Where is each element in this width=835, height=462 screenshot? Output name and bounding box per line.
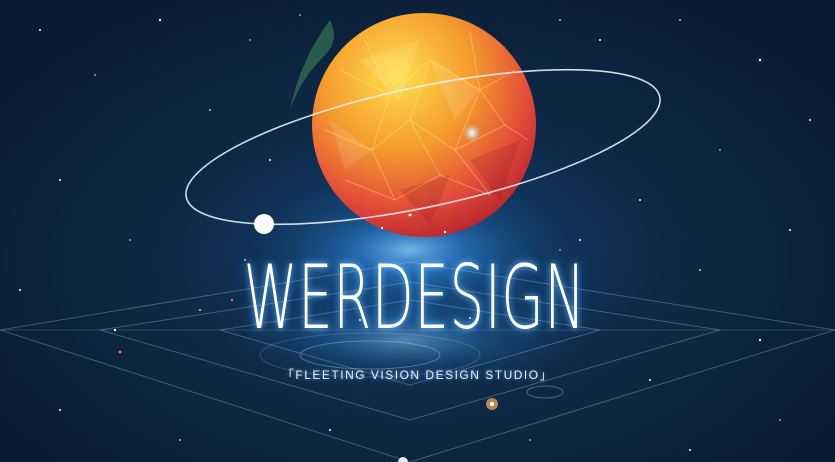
red-star-core — [490, 402, 494, 406]
bottom-dot-icon — [398, 457, 408, 462]
sparkle-icon — [463, 124, 481, 142]
hero-banner: WERDESIGN 「FLEETING VISION DESIGN STUDIO… — [0, 0, 835, 462]
planet-icon — [312, 13, 536, 237]
space-illustration — [0, 13, 835, 462]
satellite-dot-icon — [254, 214, 274, 234]
hero-title: WERDESIGN — [243, 246, 586, 349]
hero-subtitle: 「FLEETING VISION DESIGN STUDIO」 — [281, 368, 554, 382]
